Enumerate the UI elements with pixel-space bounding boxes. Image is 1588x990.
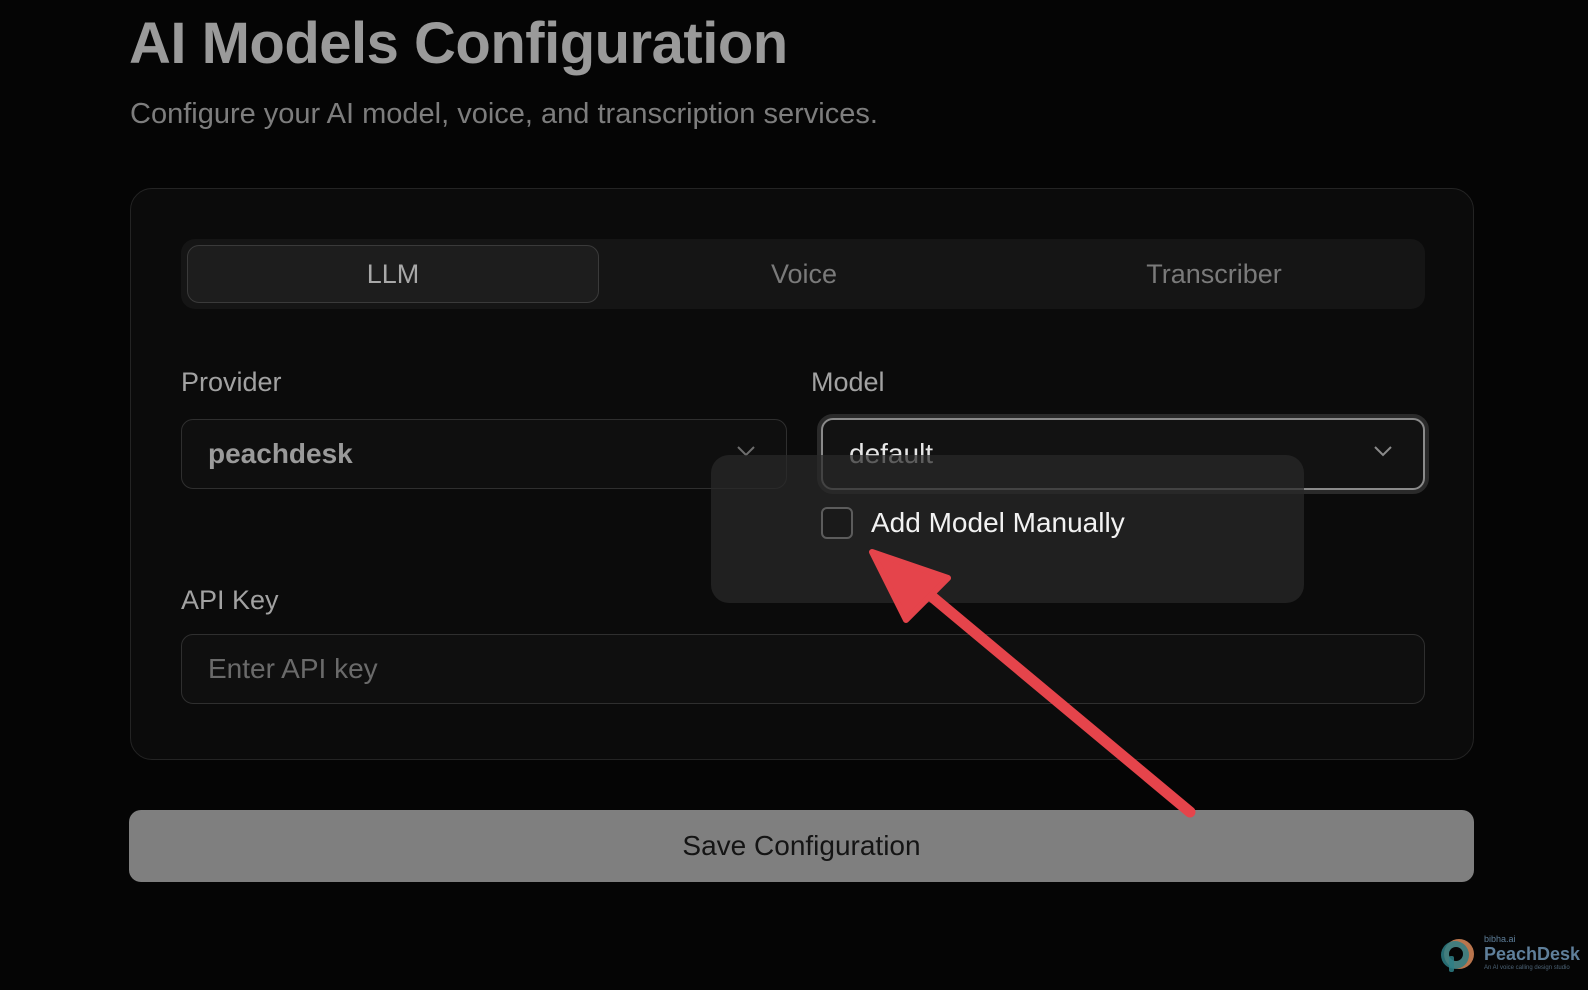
- tab-bar: LLM Voice Transcriber: [181, 239, 1425, 309]
- page-title: AI Models Configuration: [129, 11, 788, 76]
- peachdesk-brand: bibha.ai PeachDesk An AI voice calling d…: [1438, 932, 1581, 976]
- add-model-manually-checkbox[interactable]: [821, 507, 853, 539]
- chevron-down-icon: [1374, 446, 1392, 457]
- api-key-label: API Key: [181, 585, 279, 615]
- ai-models-config-page: AI Models Configuration Configure your A…: [0, 0, 1588, 990]
- brand-name: PeachDesk: [1484, 944, 1581, 964]
- provider-label: Provider: [181, 367, 282, 397]
- brand-domain: bibha.ai: [1484, 934, 1516, 944]
- config-card: LLM Voice Transcriber Provider Model pea…: [130, 188, 1474, 760]
- add-model-manually-label: Add Model Manually: [871, 507, 1125, 538]
- model-label: Model: [811, 367, 885, 397]
- brand-tagline: An AI voice calling design studio: [1484, 965, 1570, 971]
- provider-value: peachdesk: [208, 438, 353, 469]
- save-configuration-button[interactable]: Save Configuration: [129, 810, 1474, 882]
- page-subtitle: Configure your AI model, voice, and tran…: [130, 98, 878, 130]
- tab-voice[interactable]: Voice: [599, 245, 1009, 303]
- api-key-input[interactable]: [181, 634, 1425, 704]
- tab-transcriber[interactable]: Transcriber: [1009, 245, 1419, 303]
- add-model-manually-option[interactable]: Add Model Manually: [821, 507, 1125, 539]
- peachdesk-logo-icon: [1441, 939, 1474, 972]
- tab-llm[interactable]: LLM: [187, 245, 599, 303]
- provider-select[interactable]: peachdesk: [181, 419, 787, 489]
